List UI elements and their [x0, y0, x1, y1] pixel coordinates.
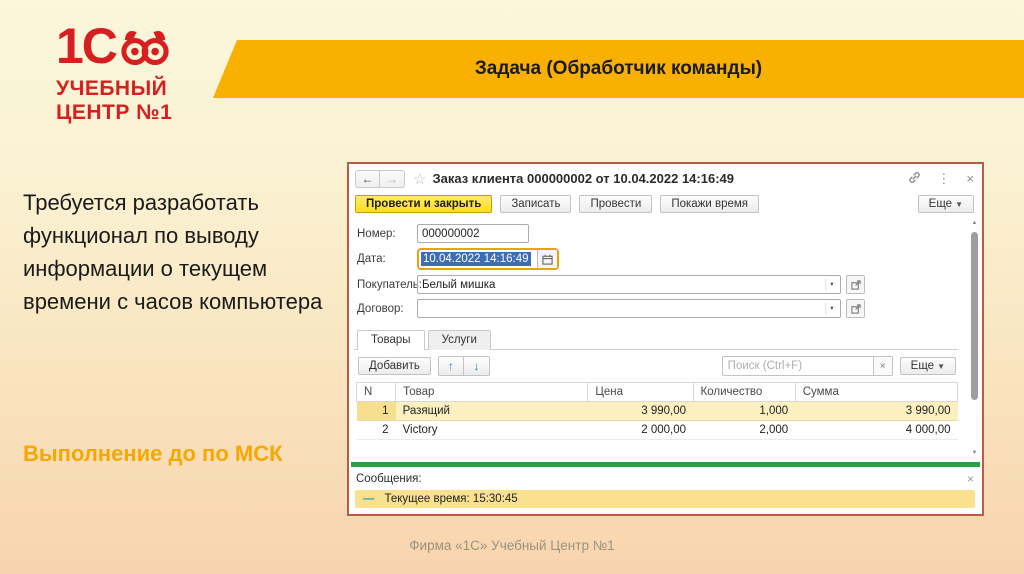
cell-n: 2	[356, 420, 396, 440]
cell-price: 3 990,00	[587, 401, 694, 421]
back-icon: ←	[361, 171, 374, 186]
window-title: Заказ клиента 000000002 от 10.04.2022 14…	[432, 171, 734, 186]
logo-line-1: УЧЕБНЫЙ	[56, 77, 168, 100]
table-row[interactable]: 1 Разящий 3 990,00 1,000 3 990,00	[356, 401, 958, 421]
close-icon[interactable]: ×	[966, 171, 974, 186]
scroll-up-icon[interactable]: ▲	[970, 220, 979, 226]
goods-panel: Добавить ↑ ↓ × Еще▼ N Товар Цена	[354, 349, 958, 462]
customer-dropdown-icon[interactable]: ▼	[825, 278, 838, 291]
tab-services[interactable]: Услуги	[427, 330, 491, 350]
arrow-up-icon: ↑	[447, 359, 454, 373]
date-label: Дата:	[357, 253, 386, 265]
contract-open-button[interactable]	[846, 299, 865, 318]
slide: 1С УЧЕБНЫЙ ЦЕНТР №1 Задача (Обработчик к…	[0, 0, 1024, 574]
search-clear-icon[interactable]: ×	[873, 356, 893, 376]
owl-icon	[118, 26, 172, 77]
add-row-button[interactable]: Добавить	[358, 357, 431, 375]
date-field[interactable]: 10.04.2022 14:16:49	[417, 248, 559, 270]
table-header-row: N Товар Цена Количество Сумма	[355, 382, 958, 402]
table-more-label: Еще	[910, 360, 935, 372]
col-header-n[interactable]: N	[355, 382, 397, 402]
cell-qty: 2,000	[693, 420, 796, 440]
cell-sum: 4 000,00	[795, 420, 958, 440]
col-header-qty[interactable]: Количество	[692, 382, 796, 402]
cell-sum: 3 990,00	[795, 401, 958, 421]
col-header-product[interactable]: Товар	[395, 382, 589, 402]
form-fields: Номер: Дата: 10.04.2022 14:16:49	[349, 216, 982, 325]
col-header-price[interactable]: Цена	[587, 382, 694, 402]
cell-product: Разящий	[395, 401, 588, 421]
date-value-selected[interactable]: 10.04.2022 14:16:49	[421, 252, 531, 266]
move-down-button[interactable]: ↓	[463, 356, 490, 376]
contract-dropdown-icon[interactable]: ▼	[825, 302, 838, 315]
tab-strip: Товары Услуги	[349, 329, 982, 350]
more-button[interactable]: Еще ▼	[917, 194, 974, 213]
deadline-text: Выполнение до по МСК	[23, 441, 283, 466]
more-label: Еще	[928, 197, 953, 210]
window-title-bar: ← → ☆ Заказ клиента 000000002 от 10.04.2…	[349, 164, 982, 190]
customer-combo[interactable]: Белый мишка ▼	[417, 275, 841, 294]
nav-buttons: ← →	[355, 169, 405, 188]
forward-icon: →	[386, 171, 398, 186]
messages-title: Сообщения:	[356, 473, 422, 485]
favorite-star-icon[interactable]: ☆	[413, 170, 426, 188]
goods-table: N Товар Цена Количество Сумма 1 Разящий …	[355, 382, 958, 440]
order-window: ← → ☆ Заказ клиента 000000002 от 10.04.2…	[347, 162, 984, 516]
move-up-button[interactable]: ↑	[437, 356, 464, 376]
back-button[interactable]: ←	[355, 169, 380, 188]
link-icon[interactable]	[908, 171, 921, 187]
forward-button[interactable]: →	[380, 169, 405, 188]
messages-header: Сообщения: ×	[349, 467, 982, 487]
message-dash-icon: —	[363, 493, 375, 505]
arrow-down-icon: ↓	[473, 359, 480, 373]
message-text: Текущее время: 15:30:45	[384, 493, 518, 505]
table-more-button[interactable]: Еще ▼	[899, 357, 956, 375]
chevron-down-icon: ▼	[937, 362, 945, 371]
task-description: Требуется разработать функционал по выво…	[23, 190, 323, 314]
company-logo: 1С УЧЕБНЫЙ ЦЕНТР №1	[56, 18, 173, 125]
show-time-button[interactable]: Покажи время	[660, 194, 760, 213]
cell-n: 1	[356, 401, 396, 421]
slide-banner: Задача (Обработчик команды)	[213, 40, 1024, 98]
customer-label: Покупатель:	[357, 278, 422, 291]
search-input[interactable]	[721, 356, 874, 376]
customer-open-button[interactable]	[846, 275, 865, 294]
table-toolbar: Добавить ↑ ↓ × Еще▼	[358, 356, 956, 376]
logo-1c-mark: 1С	[56, 18, 118, 74]
customer-value: Белый мишка	[422, 278, 496, 291]
messages-close-icon[interactable]: ×	[967, 472, 974, 486]
number-label: Номер:	[357, 227, 396, 240]
cell-product: Victory	[395, 420, 588, 440]
slide-footer: Фирма «1С» Учебный Центр №1	[409, 538, 615, 553]
vertical-scrollbar[interactable]: ▲ ▼	[970, 220, 979, 456]
contract-combo[interactable]: ▼	[417, 299, 841, 318]
calendar-icon[interactable]	[537, 250, 557, 268]
chevron-down-icon: ▼	[955, 199, 963, 209]
cell-price: 2 000,00	[587, 420, 694, 440]
tab-goods[interactable]: Товары	[357, 330, 425, 350]
slide-title: Задача (Обработчик команды)	[474, 58, 763, 79]
scrollbar-thumb[interactable]	[971, 232, 978, 400]
kebab-menu-icon[interactable]: ⋮	[937, 171, 950, 187]
message-item[interactable]: — Текущее время: 15:30:45	[355, 490, 975, 508]
table-row[interactable]: 2 Victory 2 000,00 2,000 4 000,00	[356, 420, 958, 440]
col-header-sum[interactable]: Сумма	[794, 382, 958, 402]
save-button[interactable]: Записать	[500, 194, 572, 213]
contract-label: Договор:	[357, 302, 404, 315]
window-toolbar: Провести и закрыть Записать Провести Пок…	[349, 190, 982, 216]
cell-qty: 1,000	[693, 401, 796, 421]
number-input[interactable]	[417, 224, 529, 243]
scroll-down-icon[interactable]: ▼	[970, 450, 979, 456]
logo-line-2: ЦЕНТР №1	[56, 101, 173, 125]
post-button[interactable]: Провести	[579, 194, 653, 213]
post-and-close-button[interactable]: Провести и закрыть	[355, 194, 493, 213]
